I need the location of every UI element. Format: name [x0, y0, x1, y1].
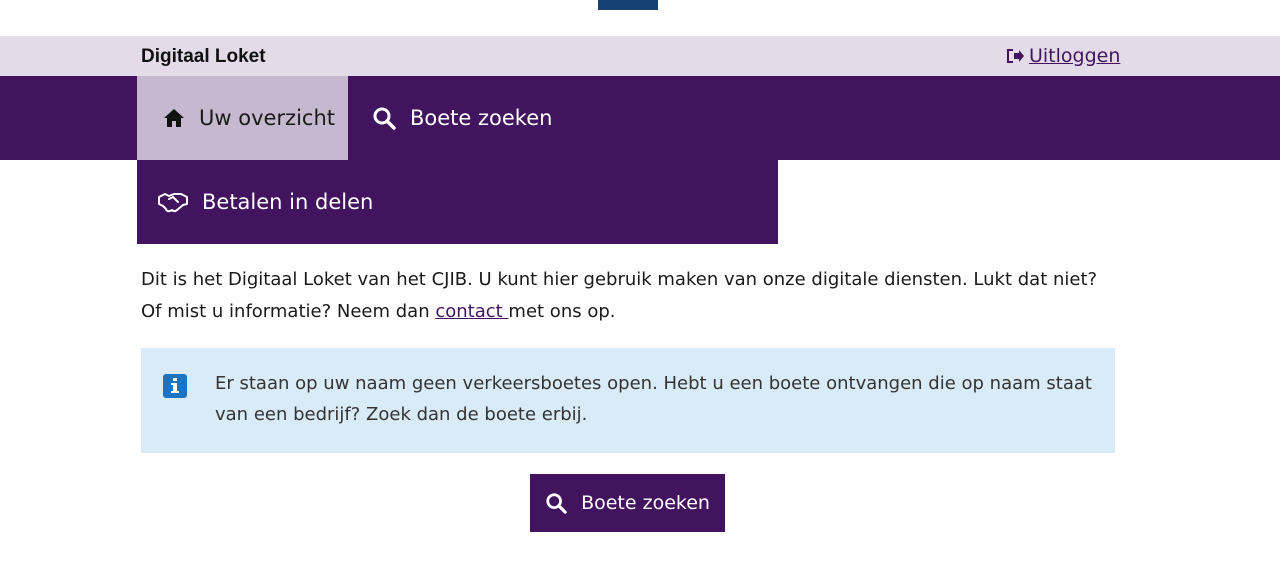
boete-zoeken-button-label: Boete zoeken	[581, 492, 710, 514]
search-icon	[546, 493, 567, 514]
nav-item-boete-zoeken[interactable]: Boete zoeken	[348, 76, 568, 160]
nav-item-label: Betalen in delen	[202, 190, 374, 214]
search-icon	[373, 107, 396, 130]
boete-zoeken-button[interactable]: Boete zoeken	[530, 474, 725, 532]
site-name: Digitaal Loket	[141, 46, 266, 67]
alert-message: Er staan op uw naam geen verkeersboetes …	[215, 373, 1092, 425]
nav-item-label: Uw overzicht	[199, 106, 335, 130]
nav-item-uw-overzicht[interactable]: Uw overzicht	[137, 76, 348, 160]
nav-item-betalen-in-delen[interactable]: Betalen in delen	[137, 160, 437, 244]
home-icon	[164, 109, 184, 127]
logout-link[interactable]: Uitloggen	[1005, 45, 1120, 67]
logout-label: Uitloggen	[1029, 45, 1121, 67]
logout-icon	[1007, 49, 1024, 63]
intro-text: Dit is het Digitaal Loket van het CJIB. …	[141, 264, 1121, 328]
intro-text-before: Dit is het Digitaal Loket van het CJIB. …	[141, 269, 1098, 322]
top-bar: Digitaal Loket Uitloggen	[0, 36, 1280, 76]
logo-fragment	[598, 0, 658, 10]
intro-text-after: met ons op.	[508, 301, 616, 322]
handshake-icon	[158, 193, 188, 213]
info-alert: Er staan op uw naam geen verkeersboetes …	[141, 348, 1115, 453]
contact-link[interactable]: contact	[435, 301, 508, 322]
info-icon	[163, 374, 187, 398]
nav-item-label: Boete zoeken	[410, 106, 553, 130]
